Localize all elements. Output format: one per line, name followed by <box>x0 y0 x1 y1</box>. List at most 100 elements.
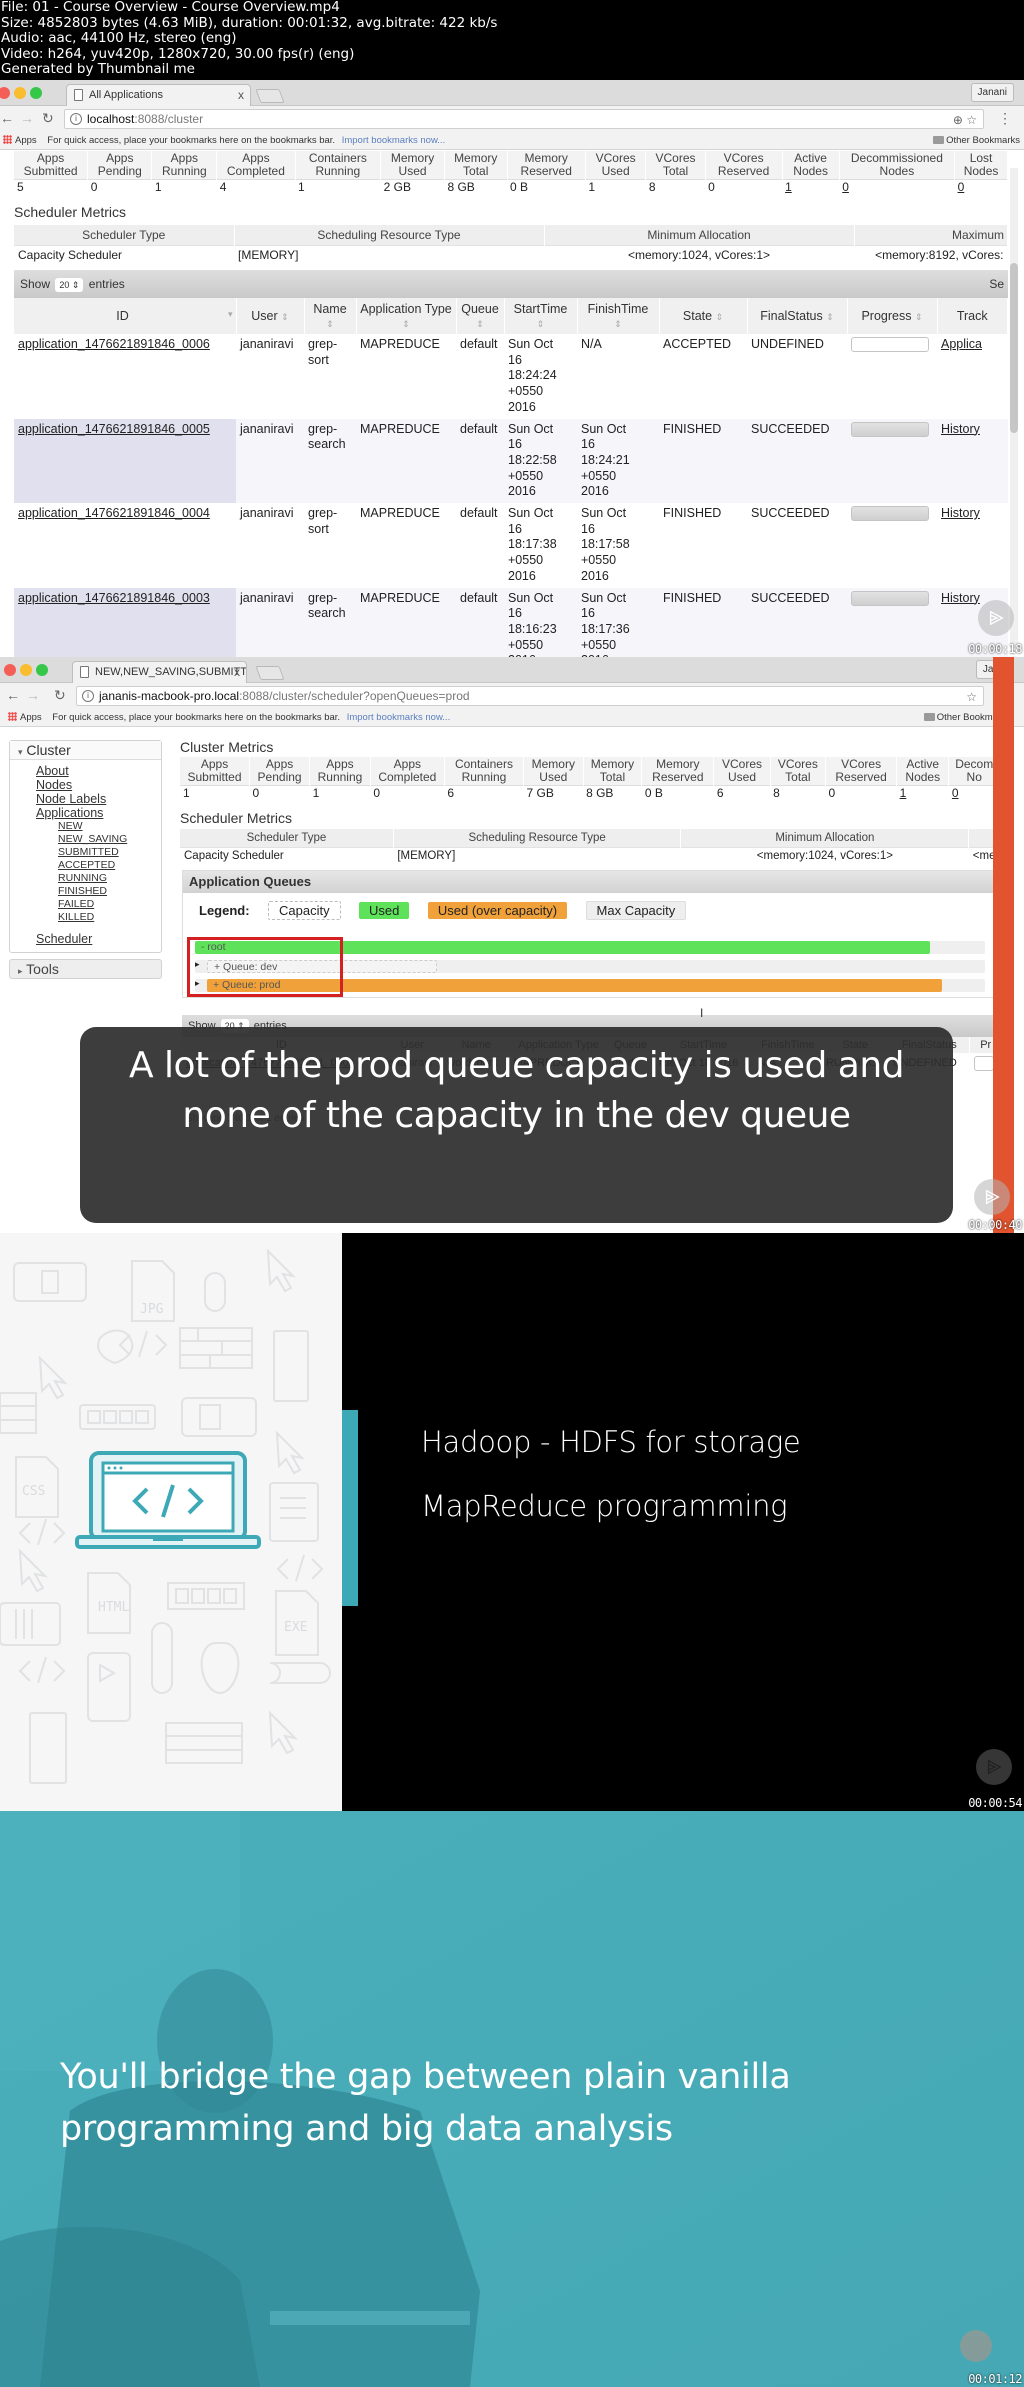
close-tab-icon[interactable]: x <box>238 85 244 106</box>
sidebar-link[interactable]: Applications <box>36 806 161 820</box>
other-bookmarks[interactable]: Other Bookmarks <box>933 132 1020 149</box>
application-id-link[interactable]: application_1476621891846_0003 <box>18 591 210 605</box>
metric-header: Memory Reserved <box>641 757 715 786</box>
back-icon[interactable]: ← <box>6 687 20 703</box>
application-id-link[interactable]: application_1476621891846_0006 <box>18 337 210 351</box>
bookmarks-bar: Apps For quick access, place your bookma… <box>0 132 1024 150</box>
forward-icon[interactable]: → <box>20 110 34 126</box>
sidebar-link[interactable]: Node Labels <box>36 792 161 806</box>
metric-value[interactable]: 0 <box>954 179 1008 195</box>
new-tab-button[interactable] <box>255 89 285 103</box>
metric-value: 1 <box>151 179 217 195</box>
tracking-link[interactable]: History <box>941 506 980 520</box>
metric-value[interactable]: 1 <box>782 179 840 195</box>
caption-overlay: A lot of the prod queue capacity is used… <box>80 1027 953 1223</box>
close-window-button[interactable] <box>0 87 10 99</box>
sidebar-link[interactable]: Nodes <box>36 778 161 792</box>
reload-icon[interactable]: ↻ <box>42 110 54 127</box>
apps-bookmark[interactable]: Apps <box>20 712 42 723</box>
browser-tab[interactable]: NEW,NEW_SAVING,SUBMITTE x <box>72 661 247 683</box>
cluster-metrics: Apps Submitted Apps Pending Apps Running Ap… <box>180 757 1000 801</box>
back-icon[interactable]: ← <box>0 110 14 126</box>
show-entries-bar: Show 20 ⇕ entries Se <box>14 270 1008 298</box>
start-time-cell: Sun Oct 16 18:24:24 +0550 2016 <box>508 337 557 414</box>
cluster-toggle[interactable]: ▾ Cluster <box>10 741 161 760</box>
tools-toggle[interactable]: ▸ Tools <box>9 959 162 979</box>
metric-header: VCores Reserved <box>825 757 898 786</box>
other-bookmarks-label: Other Bookma <box>936 712 998 723</box>
file-info-line: File: 01 - Course Overview - Course Over… <box>1 0 340 15</box>
info-icon[interactable]: i <box>82 690 94 702</box>
sidebar-link[interactable]: About <box>36 764 161 778</box>
frame-timestamp: 00:00:54 <box>968 1796 1022 1810</box>
sort-header-name[interactable]: Name ⇕ <box>304 298 357 334</box>
start-time-cell: Sun Oct 16 18:17:38 +0550 2016 <box>508 506 557 583</box>
tracking-link[interactable]: History <box>941 422 980 436</box>
reload-icon[interactable]: ↻ <box>54 687 66 704</box>
apps-bookmark[interactable]: Apps <box>15 135 37 146</box>
apps-grid-icon <box>3 135 12 144</box>
import-bookmarks-link[interactable]: Import bookmarks now... <box>347 712 450 723</box>
url-input[interactable]: i jananis-macbook-pro.local:8088/cluster… <box>76 686 984 706</box>
close-tab-icon[interactable]: x <box>234 662 240 683</box>
tracking-link[interactable]: Applica <box>941 337 982 351</box>
sidebar-app-state-link[interactable]: NEW_SAVING <box>58 833 161 846</box>
sort-header-id[interactable]: ID ▾ <box>14 298 237 334</box>
cluster-nav: ▾ Cluster About Nodes Node Labels Applicati… <box>9 740 162 953</box>
sidebar-link-scheduler[interactable]: Scheduler <box>36 932 161 946</box>
close-window-button[interactable] <box>4 664 16 676</box>
import-bookmarks-link[interactable]: Import bookmarks now... <box>342 135 445 146</box>
new-tab-button[interactable] <box>255 666 285 680</box>
application-id-link[interactable]: application_1476621891846_0004 <box>18 506 210 520</box>
scrollbar[interactable] <box>1010 168 1018 648</box>
sort-header-finalstatus[interactable]: FinalStatus ⇕ <box>747 298 848 334</box>
caret-right-icon: ▸ <box>18 966 23 976</box>
name-cell: grep-search <box>308 421 346 452</box>
sort-header-type[interactable]: Application Type ⇕ <box>356 298 457 334</box>
metric-value[interactable]: 0 <box>948 785 1000 801</box>
bookmark-star-icon[interactable]: ☆ <box>966 688 977 706</box>
sidebar-app-state-link[interactable]: KILLED <box>58 911 161 924</box>
forward-icon[interactable]: → <box>26 687 40 703</box>
info-icon[interactable]: i <box>70 113 82 125</box>
menu-icon[interactable]: ⋮ <box>998 110 1012 127</box>
sidebar-app-state-link[interactable]: FAILED <box>58 898 161 911</box>
maximize-window-button[interactable] <box>30 87 42 99</box>
url-input[interactable]: i localhost:8088/cluster ⊕ ☆ <box>64 109 984 129</box>
maximize-window-button[interactable] <box>36 664 48 676</box>
td: default <box>456 587 504 657</box>
sidebar-app-state-link[interactable]: ACCEPTED <box>58 859 161 872</box>
sort-header-start[interactable]: StartTime ⇕ <box>504 298 578 334</box>
legend-max-capacity: Max Capacity <box>585 901 687 920</box>
scrollbar-highlight[interactable] <box>993 657 1014 1233</box>
browser-tab[interactable]: All Applications x <box>66 84 251 106</box>
name-cell: grep-sort <box>308 337 338 367</box>
entries-select[interactable]: 20 ⇕ <box>55 278 84 292</box>
sort-header-finish[interactable]: FinishTime ⇕ <box>577 298 660 334</box>
sort-header-state[interactable]: State ⇕ <box>659 298 748 334</box>
metric-value: 1 <box>309 785 371 801</box>
sort-header-track[interactable]: Track <box>937 298 1008 334</box>
sidebar-app-state-link[interactable]: RUNNING <box>58 872 161 885</box>
sort-header-queue[interactable]: Queue ⇕ <box>456 298 505 334</box>
url-host: localhost <box>87 112 135 126</box>
application-id-link[interactable]: application_1476621891846_0005 <box>18 422 210 436</box>
scrollbar-thumb[interactable] <box>1010 263 1018 433</box>
sidebar-app-state-link[interactable]: FINISHED <box>58 885 161 898</box>
zoom-and-star-icons[interactable]: ⊕ ☆ <box>953 111 977 129</box>
metric-value[interactable]: 0 <box>839 179 955 195</box>
metric-header: Decom No <box>948 757 1000 786</box>
sort-header-user[interactable]: User ⇕ <box>236 298 305 334</box>
sidebar-app-state-link[interactable]: NEW <box>58 820 161 833</box>
other-bookmarks[interactable]: Other Bookma <box>923 709 998 726</box>
metric-value: 0 B <box>507 179 586 195</box>
profile-button[interactable]: Janani <box>970 83 1014 102</box>
metric-value[interactable]: 1 <box>896 785 949 801</box>
minimize-window-button[interactable] <box>14 87 26 99</box>
minimize-window-button[interactable] <box>20 664 32 676</box>
tracking-link[interactable]: History <box>941 591 980 605</box>
td: Sun Oct 16 18:16:23 +0550 2016 <box>504 587 577 657</box>
legend-capacity: Capacity <box>268 901 341 920</box>
sidebar-app-state-link[interactable]: SUBMITTED <box>58 846 161 859</box>
sort-header-progress[interactable]: Progress ⇕ <box>847 298 938 334</box>
